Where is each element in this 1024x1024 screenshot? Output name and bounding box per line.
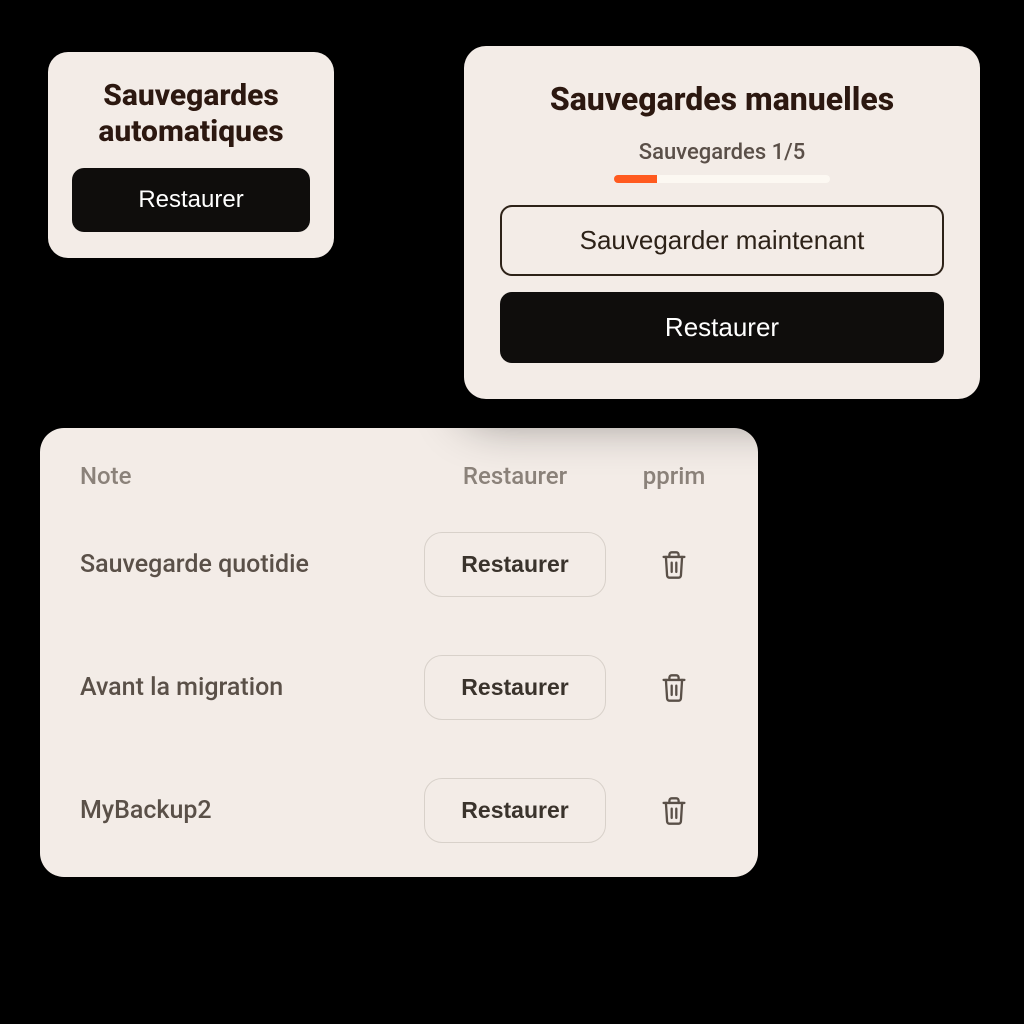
auto-title-line1: Sauvegardes xyxy=(103,78,279,113)
auto-title-line2: automatiques xyxy=(98,114,283,149)
list-header-restore: Restaurer xyxy=(400,462,630,490)
table-row: Avant la migration Restaurer xyxy=(80,655,718,720)
row-delete-wrap xyxy=(630,667,718,709)
auto-backups-card: Sauvegardes automatiques Restaurer xyxy=(48,52,334,258)
manual-count-label: Sauvegardes 1/5 xyxy=(500,140,944,165)
row-label: Sauvegarde quotidie xyxy=(80,550,400,579)
row-restore-wrap: Restaurer xyxy=(400,778,630,843)
manual-progress-fill xyxy=(614,175,657,183)
table-row: MyBackup2 Restaurer xyxy=(80,778,718,843)
row-label: Avant la migration xyxy=(80,673,400,702)
row-delete-wrap xyxy=(630,544,718,586)
trash-icon xyxy=(660,673,688,703)
manual-progress-bar xyxy=(614,175,830,183)
table-row: Sauvegarde quotidie Restaurer xyxy=(80,532,718,597)
backups-list-card: Note Restaurer pprim Sauvegarde quotidie… xyxy=(40,428,758,877)
row-label: MyBackup2 xyxy=(80,796,400,825)
row-delete-button[interactable] xyxy=(654,544,694,586)
manual-restore-button[interactable]: Restaurer xyxy=(500,292,944,363)
row-restore-wrap: Restaurer xyxy=(400,532,630,597)
auto-restore-button[interactable]: Restaurer xyxy=(72,168,310,232)
list-header: Note Restaurer pprim xyxy=(80,462,718,490)
row-restore-button[interactable]: Restaurer xyxy=(424,778,605,843)
row-restore-button[interactable]: Restaurer xyxy=(424,655,605,720)
row-restore-wrap: Restaurer xyxy=(400,655,630,720)
list-header-delete: pprim xyxy=(630,462,718,490)
row-delete-button[interactable] xyxy=(654,667,694,709)
trash-icon xyxy=(660,550,688,580)
manual-backups-card: Sauvegardes manuelles Sauvegardes 1/5 Sa… xyxy=(464,46,980,399)
save-now-button[interactable]: Sauvegarder maintenant xyxy=(500,205,944,276)
trash-icon xyxy=(660,796,688,826)
list-header-note: Note xyxy=(80,462,400,490)
manual-backups-title: Sauvegardes manuelles xyxy=(500,80,944,118)
row-delete-button[interactable] xyxy=(654,790,694,832)
row-delete-wrap xyxy=(630,790,718,832)
auto-backups-title: Sauvegardes automatiques xyxy=(72,78,310,150)
manual-progress-rest xyxy=(657,175,830,183)
row-restore-button[interactable]: Restaurer xyxy=(424,532,605,597)
